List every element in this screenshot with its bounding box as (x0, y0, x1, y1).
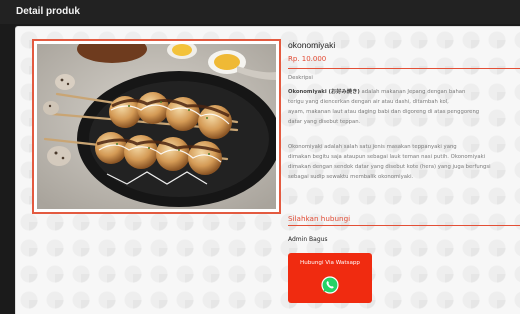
divider (288, 225, 520, 226)
description-line: ayam, makanan laut atau daging babi dan … (288, 109, 480, 115)
product-image-frame (32, 39, 281, 214)
product-card: okonomiyaki Rp. 10.000 Deskripsi Okonomi… (15, 26, 520, 314)
description-line: Okonomiyaki adalah salah satu jenis masa… (288, 144, 457, 150)
page-title: Detail produk (16, 6, 80, 17)
whatsapp-button-label: Hubungi Via Watsapp (300, 260, 360, 266)
description-line: terigu yang diencerkan dengan air atau d… (288, 99, 449, 105)
product-name: okonomiyaki (288, 40, 336, 50)
description-label: Deskripsi (288, 75, 313, 81)
description-lead: Okonomiyaki (お好み焼き) (288, 89, 360, 95)
description-line: Okonomiyaki (お好み焼き) adalah makanan Jepan… (288, 89, 466, 95)
contact-title: Silahkan hubungi (288, 214, 351, 223)
product-image (37, 44, 276, 209)
admin-name: Admin Bagus (288, 236, 328, 243)
description-line: dimakan dengan sendok datar yang disebut… (288, 164, 491, 170)
whatsapp-icon (321, 276, 339, 294)
description-line: sebagai sudip sewaktu membalik okonomiya… (288, 174, 414, 180)
description-line: dimakan begitu saja ataupun sebagai lauk… (288, 154, 486, 160)
product-price: Rp. 10.000 (288, 55, 327, 63)
divider (288, 68, 520, 69)
top-bar: Detail produk (0, 0, 520, 24)
description-line: datar yang disebut teppan. (288, 119, 361, 125)
whatsapp-contact-button[interactable]: Hubungi Via Watsapp (288, 253, 372, 303)
